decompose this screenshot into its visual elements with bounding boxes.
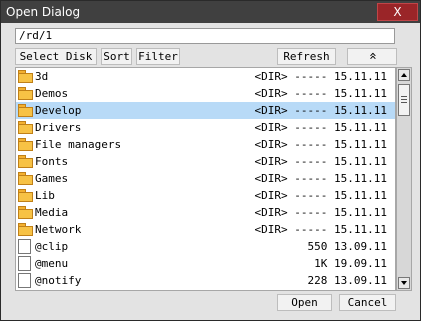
close-icon: X bbox=[393, 5, 402, 19]
file-icon bbox=[18, 239, 31, 254]
folder-icon bbox=[18, 138, 33, 151]
vertical-scrollbar[interactable] bbox=[396, 67, 412, 291]
folder-icon bbox=[18, 223, 33, 236]
file-list-row[interactable]: File managers <DIR> ----- 15.11.11 bbox=[16, 136, 395, 153]
file-info: <DIR> ----- 15.11.11 bbox=[254, 172, 387, 185]
file-list-row[interactable]: Media <DIR> ----- 15.11.11 bbox=[16, 204, 395, 221]
file-info: 550 13.09.11 bbox=[307, 240, 387, 253]
file-info: <DIR> ----- 15.11.11 bbox=[254, 104, 387, 117]
file-name: Demos bbox=[35, 87, 69, 100]
close-button[interactable]: X bbox=[377, 3, 418, 21]
folder-icon bbox=[18, 70, 33, 83]
folder-icon bbox=[18, 87, 33, 100]
folder-icon bbox=[18, 104, 33, 117]
open-dialog-window: Open Dialog X /rd/1 Select Disk Sort Fil… bbox=[0, 0, 421, 321]
file-name: Games bbox=[35, 172, 69, 185]
file-name: Network bbox=[35, 223, 82, 236]
title-bar[interactable]: Open Dialog X bbox=[1, 1, 420, 23]
folder-icon bbox=[18, 155, 33, 168]
file-name: File managers bbox=[35, 138, 122, 151]
file-name: Lib bbox=[35, 189, 55, 202]
file-name: Media bbox=[35, 206, 69, 219]
select-disk-button[interactable]: Select Disk bbox=[15, 48, 97, 65]
folder-icon bbox=[18, 206, 33, 219]
file-name: Drivers bbox=[35, 121, 82, 134]
file-list-row[interactable]: Lib <DIR> ----- 15.11.11 bbox=[16, 187, 395, 204]
triangle-down-icon bbox=[401, 281, 407, 285]
folder-icon bbox=[18, 189, 33, 202]
file-name: Develop bbox=[35, 104, 82, 117]
file-info: <DIR> ----- 15.11.11 bbox=[254, 138, 387, 151]
window-title: Open Dialog bbox=[6, 5, 81, 19]
file-info: <DIR> ----- 15.11.11 bbox=[254, 189, 387, 202]
file-name: @notify bbox=[35, 274, 82, 287]
file-name: 3d bbox=[35, 70, 49, 83]
open-button[interactable]: Open bbox=[277, 294, 332, 311]
file-list-row[interactable]: @clip 550 13.09.11 bbox=[16, 238, 395, 255]
scroll-up-button[interactable] bbox=[398, 69, 410, 81]
file-list-row[interactable]: Develop <DIR> ----- 15.11.11 bbox=[16, 102, 395, 119]
file-icon bbox=[18, 273, 31, 288]
file-name: Fonts bbox=[35, 155, 69, 168]
file-list-row[interactable]: Fonts <DIR> ----- 15.11.11 bbox=[16, 153, 395, 170]
file-list-row[interactable]: Games <DIR> ----- 15.11.11 bbox=[16, 170, 395, 187]
scroll-down-button[interactable] bbox=[398, 277, 410, 289]
triangle-up-icon bbox=[401, 73, 407, 77]
file-list-row[interactable]: Network <DIR> ----- 15.11.11 bbox=[16, 221, 395, 238]
path-input[interactable]: /rd/1 bbox=[15, 28, 395, 44]
file-name: @clip bbox=[35, 240, 69, 253]
sort-button[interactable]: Sort bbox=[101, 48, 132, 65]
file-info: <DIR> ----- 15.11.11 bbox=[254, 121, 387, 134]
double-chevron-up-icon: « bbox=[364, 52, 380, 60]
folder-icon bbox=[18, 172, 33, 185]
file-list-row[interactable]: 3d <DIR> ----- 15.11.11 bbox=[16, 68, 395, 85]
refresh-button[interactable]: Refresh bbox=[277, 48, 336, 65]
file-info: <DIR> ----- 15.11.11 bbox=[254, 223, 387, 236]
scroll-thumb[interactable] bbox=[398, 84, 410, 116]
file-info: 228 13.09.11 bbox=[307, 274, 387, 287]
file-info: <DIR> ----- 15.11.11 bbox=[254, 206, 387, 219]
up-folder-button[interactable]: « bbox=[347, 48, 397, 65]
file-list-row[interactable]: Demos <DIR> ----- 15.11.11 bbox=[16, 85, 395, 102]
file-list[interactable]: 3d <DIR> ----- 15.11.11 Demos <DIR> ----- 1… bbox=[15, 67, 396, 291]
folder-icon bbox=[18, 121, 33, 134]
file-list-row[interactable]: @menu 1K 19.09.11 bbox=[16, 255, 395, 272]
file-info: 1K 19.09.11 bbox=[314, 257, 387, 270]
file-info: <DIR> ----- 15.11.11 bbox=[254, 155, 387, 168]
file-info: <DIR> ----- 15.11.11 bbox=[254, 87, 387, 100]
file-list-row[interactable]: Drivers <DIR> ----- 15.11.11 bbox=[16, 119, 395, 136]
file-info: <DIR> ----- 15.11.11 bbox=[254, 70, 387, 83]
file-icon bbox=[18, 256, 31, 271]
cancel-button[interactable]: Cancel bbox=[339, 294, 396, 311]
file-name: @menu bbox=[35, 257, 69, 270]
file-list-row[interactable]: @notify 228 13.09.11 bbox=[16, 272, 395, 289]
filter-button[interactable]: Filter bbox=[136, 48, 180, 65]
